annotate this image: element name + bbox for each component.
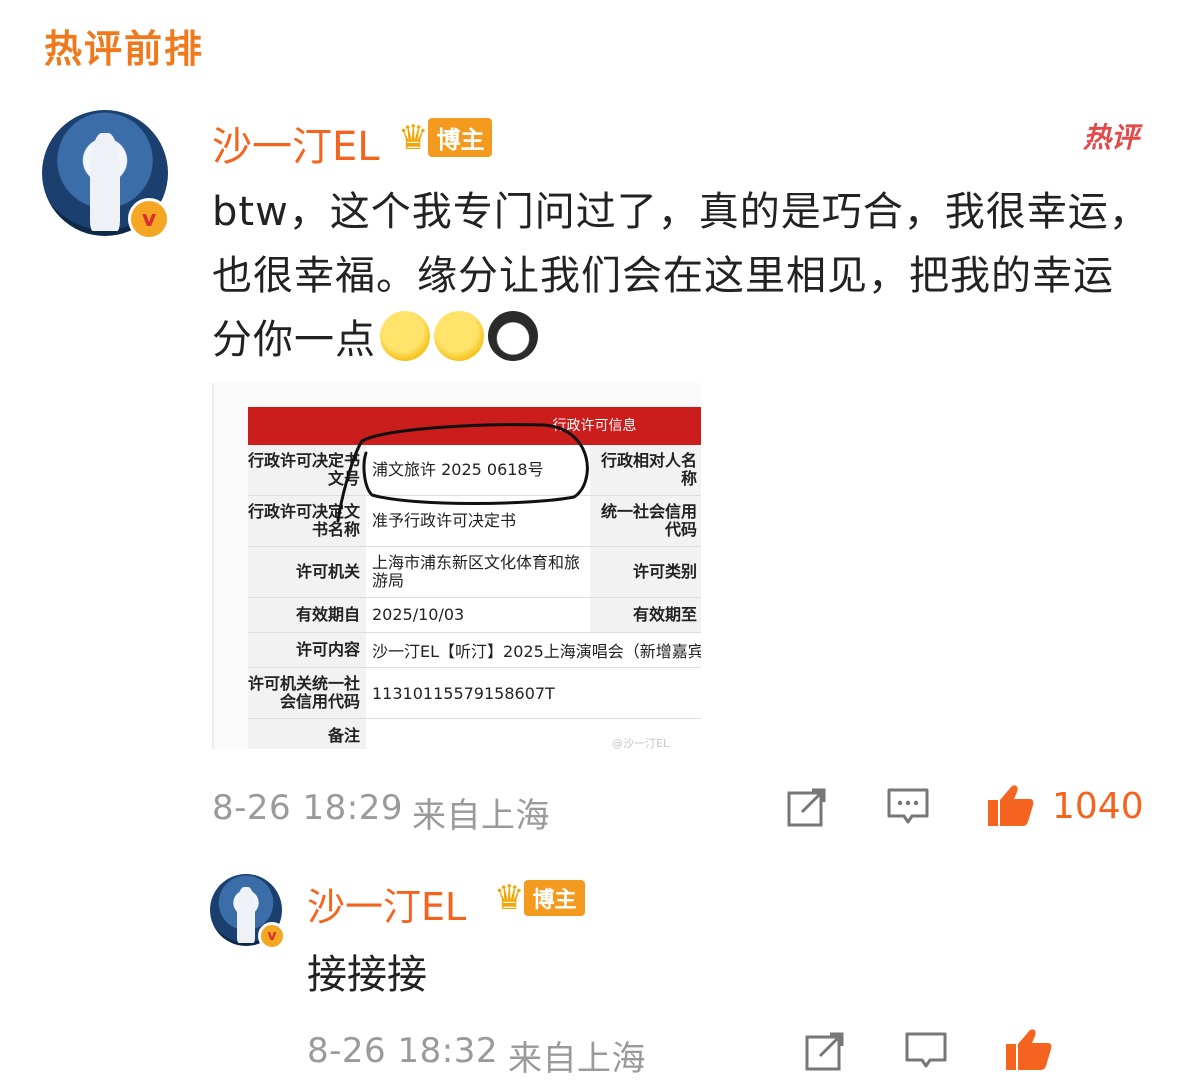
comment-icon[interactable] [904, 1030, 948, 1072]
like-icon[interactable] [986, 782, 1036, 828]
reply-user-name[interactable]: 沙一汀EL [307, 876, 466, 931]
blogger-badge: ♛ 博主 [398, 117, 493, 158]
share-icon[interactable] [804, 1030, 846, 1072]
like-count: 1040 [1052, 786, 1144, 827]
comment-image[interactable]: 行政许可信息 行政许可决定书文号 浦文旅许 2025 0618号 行政相对人名称… [212, 383, 701, 749]
comment-icon[interactable] [886, 786, 930, 828]
verified-badge-icon: v [258, 922, 286, 950]
hot-comment-badge: 热评 [1082, 121, 1139, 154]
comment-time: 8-26 18:29 [212, 788, 403, 828]
share-icon[interactable] [786, 786, 828, 828]
comment-location: 来自上海 [412, 796, 550, 836]
section-title: 热评前排 [44, 27, 205, 71]
reply-location: 来自上海 [508, 1039, 646, 1079]
handwritten-circle-mark [336, 423, 589, 523]
reply-text: 接接接 [307, 952, 427, 998]
cat-heart-emoji-icon [488, 311, 538, 361]
image-watermark: @沙一汀EL [612, 737, 670, 749]
comment-user-name[interactable]: 沙一汀EL [212, 114, 380, 172]
verified-badge-icon: v [128, 198, 170, 240]
like-icon[interactable] [1004, 1026, 1054, 1072]
kiss-emoji-icon [380, 311, 430, 361]
crown-icon: ♛ [494, 878, 525, 918]
wink-emoji-icon [434, 311, 484, 361]
reply-time: 8-26 18:32 [307, 1031, 498, 1071]
crown-icon: ♛ [398, 117, 429, 158]
comment-text: btw，这个我专门问过了，真的是巧合，我很幸运，也很幸福。缘分让我们会在这里相见… [212, 189, 1150, 363]
blogger-badge: ♛ 博主 [494, 880, 585, 916]
